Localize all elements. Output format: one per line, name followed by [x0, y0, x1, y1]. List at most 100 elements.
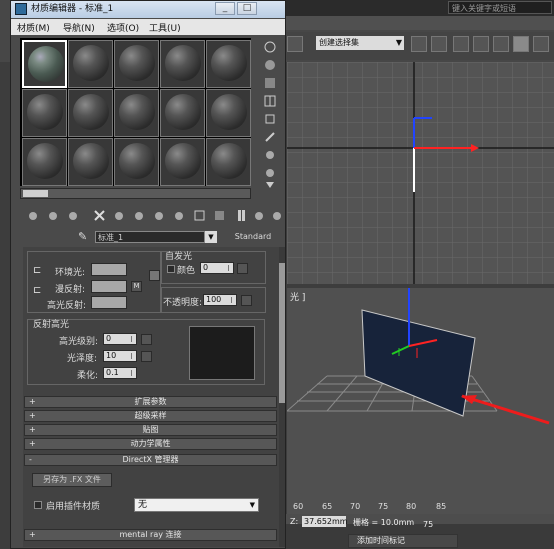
backlight-icon[interactable]: [264, 59, 276, 71]
rollout-directx-manager[interactable]: - DirectX 管理器: [24, 454, 277, 466]
sample-slot[interactable]: [206, 138, 251, 186]
specular-level-map-button[interactable]: [141, 334, 152, 345]
self-illum-spinner[interactable]: 0: [200, 262, 234, 274]
render-setup-icon[interactable]: [533, 36, 549, 52]
coord-z-field[interactable]: 37.652mm: [302, 516, 348, 527]
ambient-color-swatch[interactable]: [91, 263, 127, 276]
sample-slot[interactable]: [114, 40, 159, 88]
material-sphere-preview: [211, 94, 247, 130]
top-viewport-grid: [287, 62, 554, 284]
show-end-result-icon[interactable]: [213, 209, 226, 222]
material-sphere-preview: [73, 143, 109, 179]
sample-slot[interactable]: [68, 138, 113, 186]
sample-slot[interactable]: [206, 40, 251, 88]
sample-slot[interactable]: [160, 138, 205, 186]
select-by-material-icon[interactable]: [264, 167, 276, 179]
make-unique-icon[interactable]: [133, 209, 146, 222]
rollout-label: 超级采样: [134, 411, 167, 420]
rollout-supersampling[interactable]: + 超级采样: [24, 410, 277, 422]
sample-type-sphere-icon[interactable]: [264, 41, 276, 53]
reset-map-icon[interactable]: [93, 209, 106, 222]
rollout-dynamics[interactable]: + 动力学属性: [24, 438, 277, 450]
eyedropper-icon[interactable]: ✎: [78, 230, 90, 243]
minimize-button[interactable]: _: [215, 2, 235, 15]
menu-material[interactable]: 材质(M): [17, 21, 50, 34]
menu-navigation[interactable]: 导航(N): [63, 21, 95, 34]
put-to-scene-icon[interactable]: [47, 209, 60, 222]
uv-tiling-icon[interactable]: [264, 95, 276, 107]
sample-slot[interactable]: [68, 89, 113, 137]
make-preview-icon[interactable]: [264, 131, 276, 143]
timeline-extra-tick: 75: [423, 520, 434, 529]
rollout-label: DirectX 管理器: [122, 455, 179, 464]
search-input[interactable]: 键入关键字或短语: [448, 1, 552, 14]
get-material-icon[interactable]: [27, 209, 40, 222]
put-to-library-icon[interactable]: [153, 209, 166, 222]
sample-slot[interactable]: [114, 89, 159, 137]
show-map-in-viewport-icon[interactable]: [193, 209, 206, 222]
layer-icon[interactable]: [453, 36, 469, 52]
diffuse-color-swatch[interactable]: [91, 280, 127, 293]
specular-level-spinner[interactable]: 0: [103, 333, 137, 345]
viewport-perspective[interactable]: [287, 288, 554, 514]
plugin-material-dropdown[interactable]: 无 ▼: [134, 498, 259, 512]
curve-editor-icon[interactable]: [473, 36, 489, 52]
assign-to-selection-icon[interactable]: [67, 209, 80, 222]
specular-label: 高光反射:: [47, 301, 87, 311]
rollout-extended-parameters[interactable]: + 扩展参数: [24, 396, 277, 408]
glossiness-spinner[interactable]: 10: [103, 350, 137, 362]
soften-spinner[interactable]: 0.1: [103, 367, 137, 379]
material-sphere-preview: [165, 45, 201, 81]
rollout-mental-ray[interactable]: + mental ray 连接: [24, 529, 277, 541]
toolbar-icon[interactable]: [287, 36, 303, 52]
material-editor-titlebar[interactable]: 材质编辑器 - 标准_1 _ □: [11, 1, 285, 18]
go-forward-to-sibling-icon[interactable]: [253, 209, 266, 222]
schematic-icon[interactable]: [493, 36, 509, 52]
selection-set-dropdown[interactable]: 创建选择集 ▼: [316, 36, 404, 50]
sample-slot[interactable]: [22, 138, 67, 186]
scroll-down-icon[interactable]: [264, 179, 276, 191]
specular-color-swatch[interactable]: [91, 296, 127, 309]
video-color-check-icon[interactable]: [264, 113, 276, 125]
go-to-parent-icon[interactable]: [235, 209, 248, 222]
sample-slot[interactable]: [160, 40, 205, 88]
glossiness-map-button[interactable]: [141, 351, 152, 362]
lock-diffuse-specular-icon[interactable]: ⊏: [33, 285, 41, 296]
sample-slot[interactable]: [206, 89, 251, 137]
menu-options[interactable]: 选项(O): [107, 21, 139, 34]
options-icon[interactable]: [264, 149, 276, 161]
enable-plugin-checkbox[interactable]: [34, 501, 42, 509]
background-icon[interactable]: [264, 77, 276, 89]
save-as-fx-button[interactable]: 另存为 .FX 文件: [32, 473, 112, 487]
sample-slot[interactable]: [22, 40, 67, 88]
slots-scroll-thumb[interactable]: [23, 190, 48, 197]
make-copy-icon[interactable]: [113, 209, 126, 222]
align-icon[interactable]: [431, 36, 447, 52]
chevron-down-icon[interactable]: ▼: [205, 231, 217, 243]
rollout-label: mental ray 连接: [119, 530, 182, 539]
material-map-navigator-icon[interactable]: [271, 209, 284, 222]
viewport-top[interactable]: [287, 62, 554, 284]
lock-ambient-diffuse-icon[interactable]: ⊏: [33, 265, 41, 276]
sample-slot[interactable]: [114, 138, 159, 186]
menu-utilities[interactable]: 工具(U): [149, 21, 181, 34]
material-name-field[interactable]: 标准_1: [95, 231, 205, 243]
material-type-button[interactable]: Standard: [223, 229, 283, 244]
mirror-icon[interactable]: [411, 36, 427, 52]
slots-horizontal-scrollbar[interactable]: [20, 188, 251, 199]
opacity-map-button[interactable]: [241, 295, 252, 306]
self-illum-color-checkbox[interactable]: [167, 265, 175, 273]
sample-slot[interactable]: [68, 40, 113, 88]
maximize-button[interactable]: □: [237, 2, 257, 15]
viewport-label[interactable]: 光 ]: [290, 290, 305, 303]
sample-slot[interactable]: [160, 89, 205, 137]
material-editor-icon[interactable]: [513, 36, 529, 52]
diffuse-map-button[interactable]: M: [131, 281, 142, 292]
self-illum-map-button[interactable]: [237, 263, 248, 274]
panel-scroll-thumb[interactable]: [279, 263, 285, 403]
rollout-maps[interactable]: + 贴图: [24, 424, 277, 436]
sample-slot[interactable]: [22, 89, 67, 137]
opacity-spinner[interactable]: 100: [203, 294, 237, 306]
material-id-channel-icon[interactable]: [173, 209, 186, 222]
lock-map-button[interactable]: [149, 270, 160, 281]
